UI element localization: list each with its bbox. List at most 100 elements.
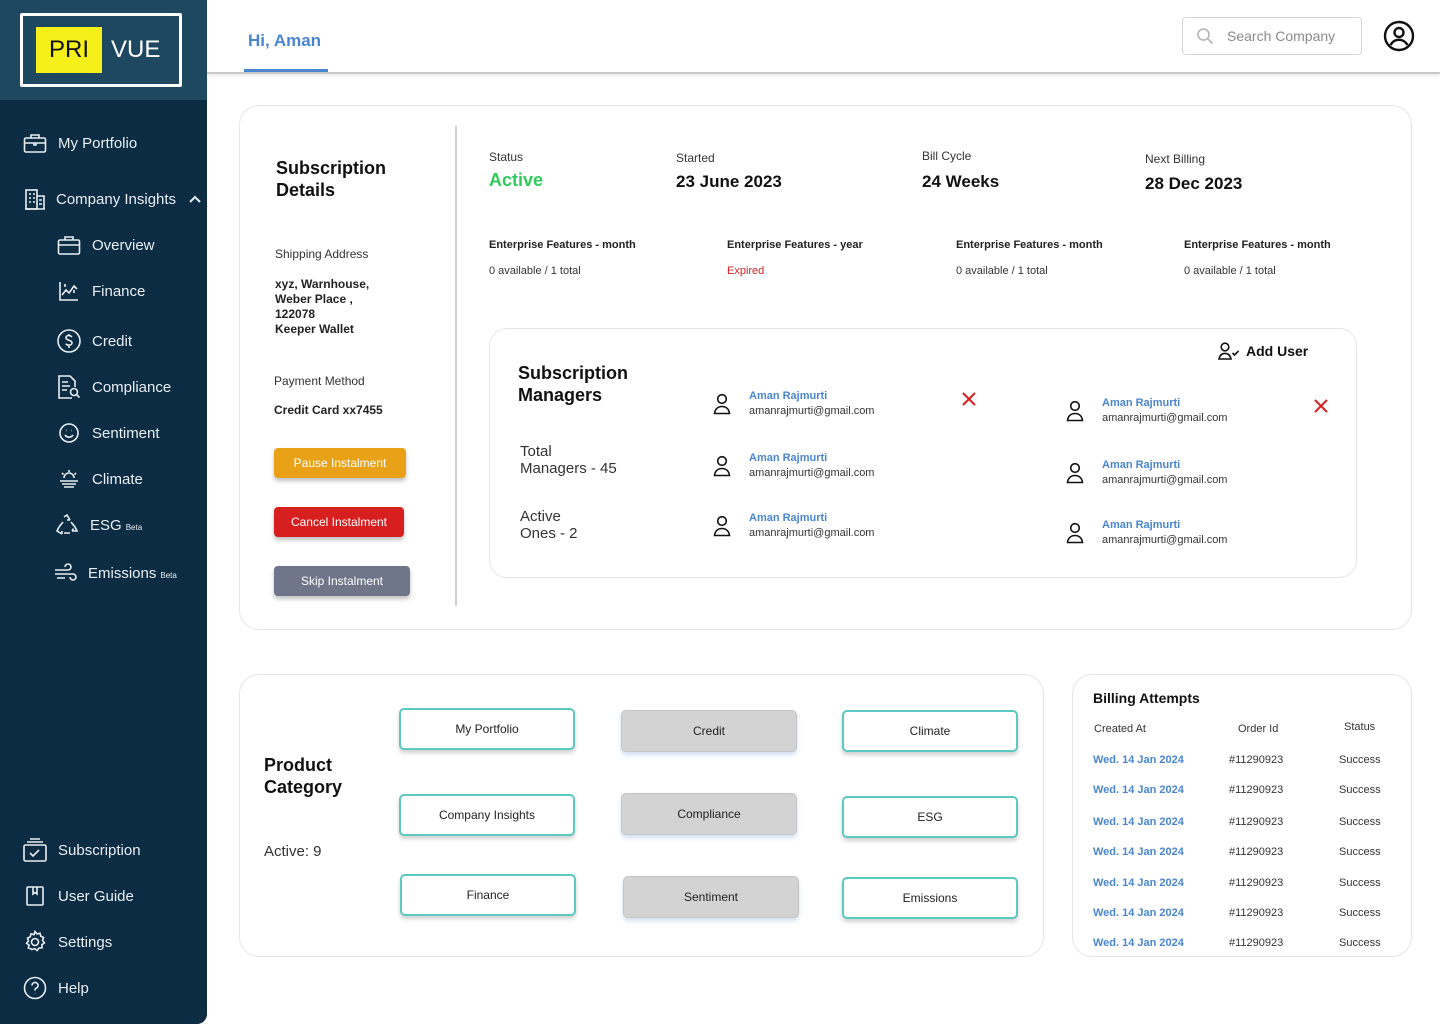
logo[interactable]: PRI VUE	[20, 13, 182, 87]
status-label: Status	[489, 150, 524, 164]
created-at-cell: Wed. 14 Jan 2024	[1093, 754, 1184, 766]
cancel-instalment-button[interactable]: Cancel Instalment	[274, 507, 404, 537]
user-icon	[1066, 462, 1084, 484]
sidebar-item-climate[interactable]: Climate	[56, 466, 143, 492]
sidebar-item-label: Finance	[92, 282, 146, 300]
category-chip-esg[interactable]: ESG	[842, 796, 1018, 838]
created-at-cell: Wed. 14 Jan 2024	[1093, 877, 1184, 889]
sidebar-item-compliance[interactable]: Compliance	[56, 374, 171, 400]
subscription-details-title: Subscription Details	[276, 158, 387, 200]
bill-cycle-value: 24 Weeks	[922, 172, 1000, 191]
order-id-cell: #11290923	[1229, 846, 1284, 858]
table-row[interactable]: Wed. 14 Jan 2024 #11290923 Success	[1093, 816, 1393, 832]
chevron-up-icon[interactable]	[188, 194, 202, 204]
next-billing-label: Next Billing	[1145, 152, 1206, 166]
manager-name[interactable]: Aman Rajmurti	[1102, 518, 1227, 533]
order-id-cell: #11290923	[1229, 816, 1284, 828]
briefcase-icon	[22, 130, 48, 156]
billing-attempts-title: Billing Attempts	[1093, 690, 1200, 706]
feature-expired-status: Expired	[727, 265, 765, 277]
order-id-cell: #11290923	[1229, 784, 1284, 796]
sidebar-item-user-guide[interactable]: User Guide	[22, 883, 134, 909]
sidebar-item-sentiment[interactable]: Sentiment	[56, 420, 160, 446]
product-category-card: Product Category Active: 9 My Portfolio …	[239, 674, 1044, 957]
category-chip-company-insights[interactable]: Company Insights	[399, 794, 575, 836]
manager-email: amanrajmurti@gmail.com	[749, 405, 875, 417]
smile-icon	[56, 420, 82, 446]
created-at-cell: Wed. 14 Jan 2024	[1093, 907, 1184, 919]
category-chip-my-portfolio[interactable]: My Portfolio	[399, 708, 575, 750]
book-icon	[22, 883, 48, 909]
subscription-details-card: Subscription Details Shipping Address xy…	[239, 105, 1412, 630]
table-row[interactable]: Wed. 14 Jan 2024 #11290923 Success	[1093, 754, 1393, 770]
sidebar: PRI VUE My Portfolio Company Insights Ov…	[0, 0, 207, 1024]
subscription-managers-card: Subscription Managers Total Managers - 4…	[489, 328, 1357, 578]
sidebar-item-label: Company Insights	[56, 190, 177, 208]
active-managers-stat: Active Ones - 2	[520, 508, 578, 542]
category-chip-climate[interactable]: Climate	[842, 710, 1018, 752]
product-category-title: Product Category	[264, 755, 343, 797]
add-user-label: Add User	[1246, 343, 1309, 359]
dollar-icon	[56, 328, 82, 354]
column-header-order-id: Order Id	[1238, 723, 1279, 735]
sidebar-item-company-insights[interactable]: Company Insights	[22, 186, 202, 212]
sidebar-item-subscription[interactable]: Subscription	[22, 837, 141, 863]
next-billing-value: 28 Dec 2023	[1145, 174, 1243, 193]
search-box[interactable]	[1182, 17, 1362, 55]
greeting-tab[interactable]: Hi, Aman	[248, 31, 321, 51]
manager-name[interactable]: Aman Rajmurti	[1102, 396, 1227, 411]
table-row[interactable]: Wed. 14 Jan 2024 #11290923 Success	[1093, 907, 1393, 923]
category-chip-compliance[interactable]: Compliance	[621, 793, 797, 835]
active-count: Active: 9	[264, 843, 322, 860]
sidebar-item-esg[interactable]: ESG Beta	[54, 512, 142, 538]
logo-vue: VUE	[111, 36, 161, 63]
remove-manager-close-icon[interactable]	[961, 391, 977, 407]
user-profile-icon[interactable]	[1383, 20, 1415, 52]
search-input[interactable]	[1227, 28, 1352, 44]
manager-name[interactable]: Aman Rajmurti	[749, 511, 874, 526]
feature-title: Enterprise Features - year	[727, 239, 863, 251]
shipping-address-value: xyz, Warnhouse, Weber Place , 122078 Kee…	[275, 277, 370, 336]
remove-manager-close-icon[interactable]	[1313, 398, 1329, 414]
table-row[interactable]: Wed. 14 Jan 2024 #11290923 Success	[1093, 937, 1393, 953]
feature-title: Enterprise Features - month	[1184, 239, 1331, 251]
gear-icon	[22, 929, 48, 955]
sidebar-item-label: Climate	[92, 470, 143, 488]
sidebar-item-overview[interactable]: Overview	[56, 232, 155, 258]
sidebar-item-help[interactable]: Help	[22, 975, 89, 1001]
user-icon	[713, 393, 731, 415]
billing-attempts-card: Billing Attempts Created At Order Id Sta…	[1072, 674, 1412, 957]
sidebar-item-emissions[interactable]: Emissions Beta	[52, 560, 177, 586]
manager-name[interactable]: Aman Rajmurti	[749, 389, 874, 404]
manager-name[interactable]: Aman Rajmurti	[749, 451, 874, 466]
manager-email: amanrajmurti@gmail.com	[1102, 412, 1228, 424]
category-chip-sentiment[interactable]: Sentiment	[623, 876, 799, 918]
sidebar-item-credit[interactable]: Credit	[56, 328, 132, 354]
sidebar-item-label: ESG	[90, 516, 122, 534]
skip-instalment-button[interactable]: Skip Instalment	[274, 566, 410, 596]
category-chip-emissions[interactable]: Emissions	[842, 877, 1018, 919]
category-chip-finance[interactable]: Finance	[400, 874, 576, 916]
manager-item: Aman Rajmurti amanrajmurti@gmail.com	[1066, 458, 1227, 488]
table-row[interactable]: Wed. 14 Jan 2024 #11290923 Success	[1093, 846, 1393, 862]
category-chip-credit[interactable]: Credit	[621, 710, 797, 752]
sidebar-item-settings[interactable]: Settings	[22, 929, 112, 955]
column-header-status: Status	[1344, 721, 1376, 733]
sidebar-item-finance[interactable]: Finance	[56, 278, 145, 304]
manager-item: Aman Rajmurti amanrajmurti@gmail.com	[713, 451, 874, 481]
pause-instalment-button[interactable]: Pause Instalment	[274, 448, 406, 478]
sidebar-item-my-portfolio[interactable]: My Portfolio	[22, 130, 137, 156]
manager-name[interactable]: Aman Rajmurti	[1102, 458, 1227, 473]
logo-pri: PRI	[36, 27, 102, 73]
sidebar-item-label: Help	[58, 979, 89, 997]
sidebar-item-label: Subscription	[58, 841, 141, 859]
manager-item: Aman Rajmurti amanrajmurti@gmail.com	[1066, 518, 1227, 548]
sidebar-item-label: Sentiment	[92, 424, 160, 442]
add-user-button[interactable]: Add User	[1218, 342, 1308, 360]
order-id-cell: #11290923	[1229, 907, 1284, 919]
status-cell: Success	[1339, 784, 1381, 796]
table-row[interactable]: Wed. 14 Jan 2024 #11290923 Success	[1093, 784, 1393, 800]
feature-availability: 0 available / 1 total	[956, 265, 1048, 277]
sidebar-item-label: Emissions	[88, 564, 157, 582]
table-row[interactable]: Wed. 14 Jan 2024 #11290923 Success	[1093, 877, 1393, 893]
